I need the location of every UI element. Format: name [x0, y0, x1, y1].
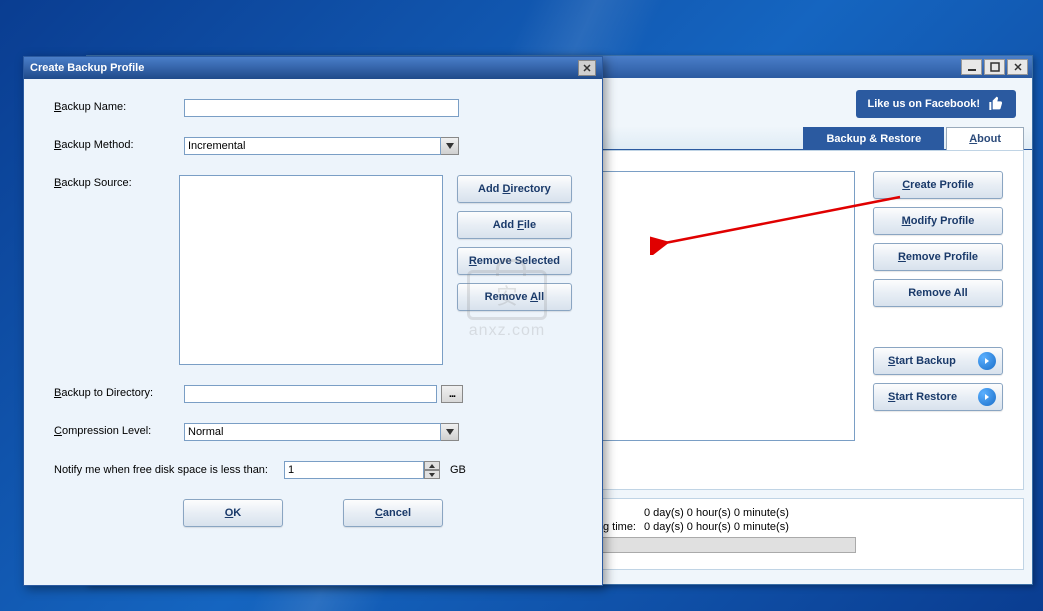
backup-to-dir-input[interactable] — [184, 385, 437, 403]
facebook-label: Like us on Facebook! — [868, 98, 980, 110]
arrow-right-icon — [978, 388, 996, 406]
remove-selected-button[interactable]: Remove Selected — [457, 247, 572, 275]
create-profile-button[interactable]: Create Profile — [873, 171, 1003, 199]
backup-source-label: Backup Source: — [54, 175, 179, 189]
browse-button[interactable]: ... — [441, 385, 463, 403]
tab-backup-restore[interactable]: Backup & Restore — [803, 127, 944, 150]
source-button-panel: Add Directory Add File Remove Selected R… — [457, 175, 572, 311]
compression-level-label: Compression Level: — [54, 423, 184, 437]
remove-all-source-button[interactable]: Remove All — [457, 283, 572, 311]
gb-label: GB — [450, 464, 466, 476]
backup-name-label: Backup Name: — [54, 99, 184, 113]
notify-spinner[interactable] — [284, 461, 440, 479]
add-directory-button[interactable]: Add Directory — [457, 175, 572, 203]
spinner-down-button[interactable] — [424, 470, 440, 479]
start-backup-button[interactable]: Start Backup — [873, 347, 1003, 375]
arrow-right-icon — [978, 352, 996, 370]
remove-profile-button[interactable]: Remove Profile — [873, 243, 1003, 271]
ok-button[interactable]: OK — [183, 499, 283, 527]
notify-label: Notify me when free disk space is less t… — [54, 464, 284, 476]
dialog-footer: OK Cancel — [54, 499, 572, 527]
compression-level-combo[interactable] — [184, 423, 459, 441]
backup-method-value[interactable] — [184, 137, 441, 155]
add-file-button[interactable]: Add File — [457, 211, 572, 239]
start-restore-button[interactable]: Start Restore — [873, 383, 1003, 411]
close-button[interactable] — [1007, 59, 1028, 75]
minimize-button[interactable] — [961, 59, 982, 75]
backup-source-list[interactable] — [179, 175, 443, 365]
dialog-close-button[interactable] — [578, 60, 596, 76]
backup-to-dir-label: Backup to Directory: — [54, 385, 184, 399]
dialog-body: Backup Name: Backup Method: Backup Sourc… — [24, 79, 602, 547]
thumbs-up-icon — [988, 96, 1004, 112]
notify-value-input[interactable] — [284, 461, 424, 479]
chevron-down-icon[interactable] — [441, 137, 459, 155]
status-value-2: 0 day(s) 0 hour(s) 0 minute(s) — [644, 521, 789, 533]
backup-method-label: Backup Method: — [54, 137, 184, 151]
tab-about[interactable]: About — [946, 127, 1024, 150]
side-button-panel: Create Profile Modify Profile Remove Pro… — [873, 171, 1003, 469]
cancel-button[interactable]: Cancel — [343, 499, 443, 527]
create-backup-profile-dialog: Create Backup Profile Backup Name: Backu… — [23, 56, 603, 586]
remove-all-button[interactable]: Remove All — [873, 279, 1003, 307]
dialog-title: Create Backup Profile — [30, 62, 144, 74]
dialog-titlebar: Create Backup Profile — [24, 57, 602, 79]
compression-level-value[interactable] — [184, 423, 441, 441]
backup-method-combo[interactable] — [184, 137, 459, 155]
facebook-button[interactable]: Like us on Facebook! — [856, 90, 1016, 118]
spinner-up-button[interactable] — [424, 461, 440, 470]
maximize-button[interactable] — [984, 59, 1005, 75]
backup-name-input[interactable] — [184, 99, 459, 117]
modify-profile-button[interactable]: Modify Profile — [873, 207, 1003, 235]
status-value-1: 0 day(s) 0 hour(s) 0 minute(s) — [644, 507, 789, 519]
chevron-down-icon[interactable] — [441, 423, 459, 441]
